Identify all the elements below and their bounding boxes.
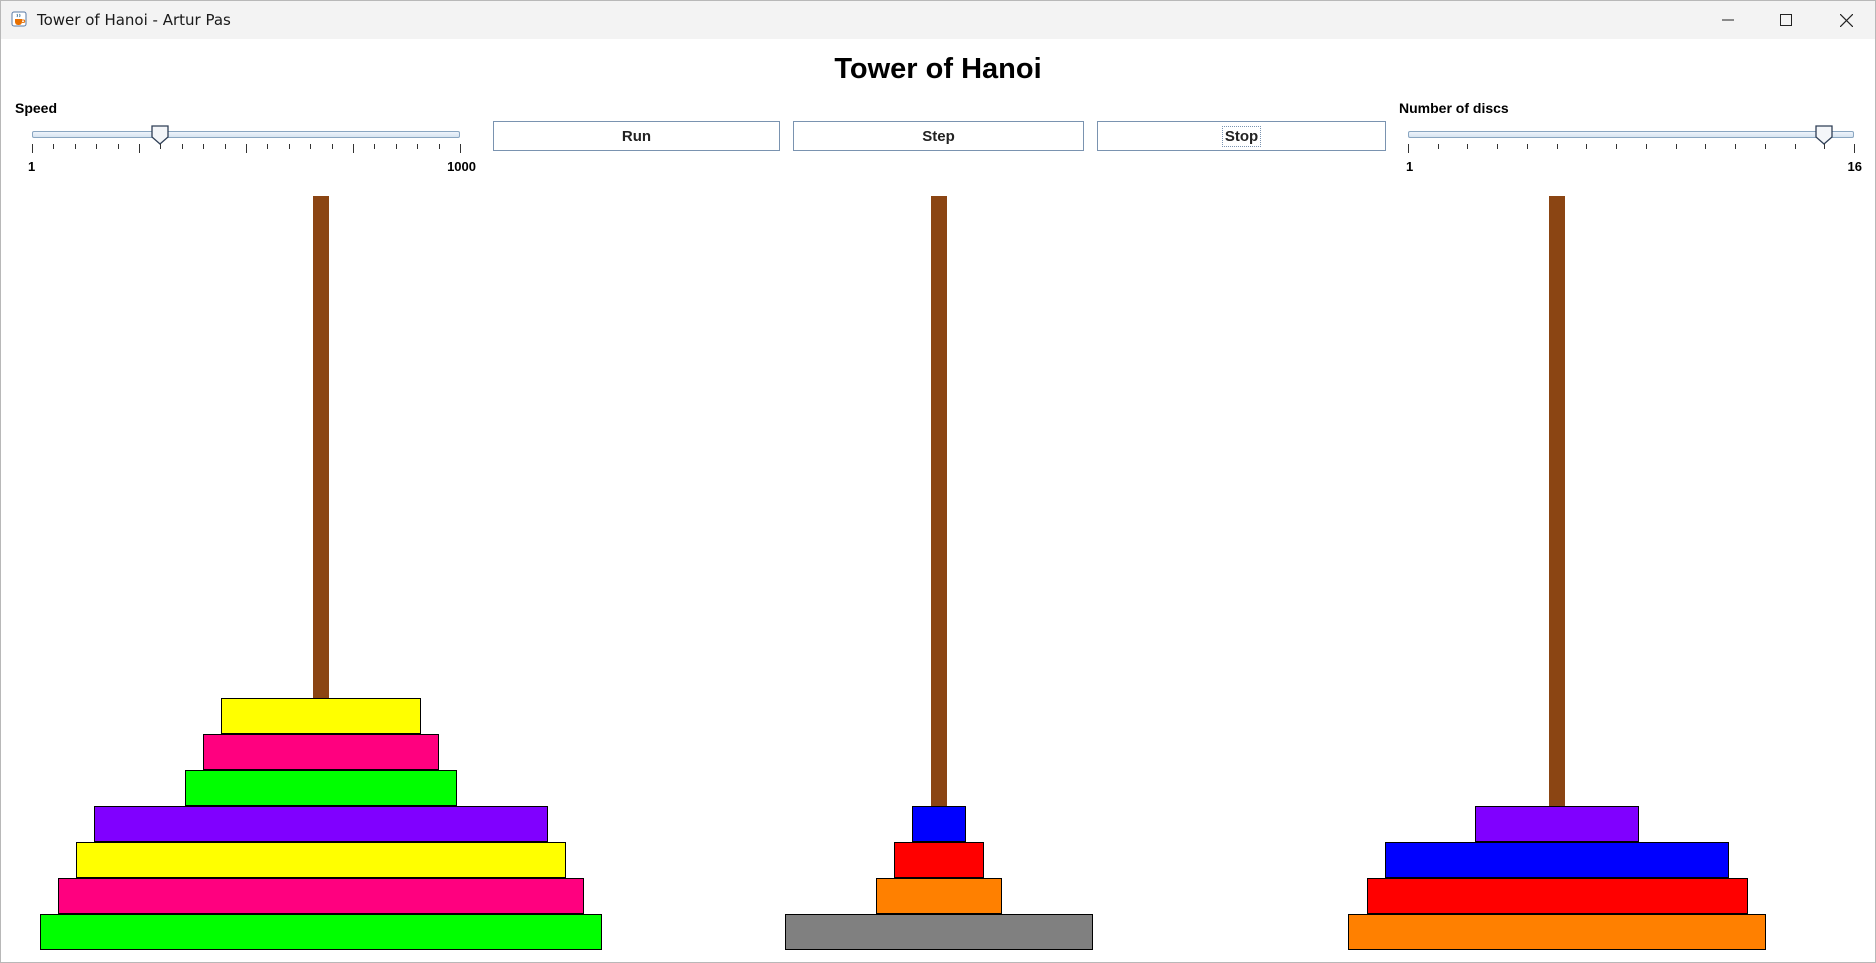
speed-slider-tick bbox=[331, 144, 333, 149]
discs-min-label: 1 bbox=[1406, 159, 1414, 174]
close-button[interactable] bbox=[1817, 1, 1875, 39]
java-cup-icon bbox=[11, 11, 27, 27]
discs-max-label: 16 bbox=[1847, 159, 1862, 174]
disc bbox=[1384, 842, 1730, 878]
app-window: Tower of Hanoi - Artur Pas Tower of Hano… bbox=[0, 0, 1876, 963]
speed-slider-tick bbox=[139, 144, 140, 153]
speed-slider-thumb[interactable] bbox=[151, 125, 169, 145]
speed-slider-tick bbox=[53, 144, 55, 149]
disc bbox=[1475, 806, 1639, 842]
discs-slider-tick bbox=[1764, 144, 1766, 149]
speed-slider-track[interactable] bbox=[32, 131, 460, 138]
speed-slider-tick bbox=[395, 144, 397, 149]
speed-min-label: 1 bbox=[28, 159, 36, 174]
window-title: Tower of Hanoi - Artur Pas bbox=[37, 11, 231, 29]
minimize-button[interactable] bbox=[1699, 1, 1757, 39]
close-icon bbox=[1839, 13, 1853, 27]
speed-slider[interactable]: 1 1000 bbox=[28, 123, 476, 174]
discs-slider-tick bbox=[1675, 144, 1677, 149]
peg-3 bbox=[1549, 196, 1565, 806]
speed-slider-tick bbox=[74, 144, 76, 149]
maximize-icon bbox=[1780, 14, 1792, 26]
disc bbox=[184, 770, 458, 806]
speed-slider-tick bbox=[417, 144, 419, 149]
disc bbox=[203, 734, 439, 770]
discs-slider-tick bbox=[1467, 144, 1469, 149]
run-button[interactable]: Run bbox=[493, 121, 780, 151]
discs-slider-track[interactable] bbox=[1408, 131, 1854, 138]
disc bbox=[221, 698, 421, 734]
discs-slider-tick bbox=[1854, 144, 1855, 153]
speed-slider-tick bbox=[310, 144, 312, 149]
discs-slider-tick bbox=[1497, 144, 1499, 149]
page-title: Tower of Hanoi bbox=[834, 53, 1042, 85]
speed-slider-tick bbox=[160, 144, 162, 149]
maximize-button[interactable] bbox=[1757, 1, 1815, 39]
discs-slider-tick bbox=[1526, 144, 1528, 149]
speed-slider-tick bbox=[96, 144, 98, 149]
speed-slider-tick bbox=[181, 144, 183, 149]
disc bbox=[893, 842, 985, 878]
discs-label: Number of discs bbox=[1399, 100, 1509, 116]
disc bbox=[784, 914, 1094, 950]
speed-slider-tick bbox=[32, 144, 33, 153]
stop-button-label: Stop bbox=[1221, 125, 1262, 147]
title-bar: Tower of Hanoi - Artur Pas bbox=[1, 1, 1875, 39]
speed-label: Speed bbox=[15, 100, 58, 116]
step-button[interactable]: Step bbox=[793, 121, 1084, 151]
speed-slider-tick bbox=[374, 144, 376, 149]
discs-slider-tick bbox=[1645, 144, 1647, 149]
discs-slider-tick bbox=[1824, 144, 1826, 149]
speed-max-label: 1000 bbox=[447, 159, 476, 174]
speed-slider-tick bbox=[267, 144, 269, 149]
speed-slider-tick bbox=[288, 144, 290, 149]
discs-slider-tick bbox=[1586, 144, 1588, 149]
discs-slider-tick bbox=[1556, 144, 1558, 149]
peg-1 bbox=[313, 196, 329, 698]
disc bbox=[911, 806, 967, 842]
speed-slider-tick bbox=[224, 144, 226, 149]
discs-slider-tick bbox=[1735, 144, 1737, 149]
discs-slider-tick bbox=[1408, 144, 1409, 153]
discs-slider-tick bbox=[1705, 144, 1707, 149]
disc bbox=[76, 842, 566, 878]
disc bbox=[1348, 914, 1766, 950]
disc bbox=[875, 878, 1003, 914]
discs-slider-tick bbox=[1616, 144, 1618, 149]
disc bbox=[94, 806, 548, 842]
speed-slider-tick bbox=[246, 144, 247, 153]
disc bbox=[1366, 878, 1748, 914]
peg-2 bbox=[931, 196, 947, 806]
minimize-icon bbox=[1722, 19, 1734, 21]
speed-slider-tick bbox=[203, 144, 205, 149]
speed-slider-tick bbox=[460, 144, 461, 153]
discs-slider-thumb[interactable] bbox=[1815, 125, 1833, 145]
discs-slider-tick bbox=[1794, 144, 1796, 149]
disc bbox=[39, 914, 603, 950]
speed-slider-tick bbox=[353, 144, 354, 153]
stop-button[interactable]: Stop bbox=[1097, 121, 1386, 151]
speed-slider-tick bbox=[117, 144, 119, 149]
discs-slider[interactable]: 1 16 bbox=[1406, 123, 1862, 174]
discs-slider-tick bbox=[1437, 144, 1439, 149]
disc bbox=[57, 878, 585, 914]
speed-slider-tick bbox=[438, 144, 440, 149]
